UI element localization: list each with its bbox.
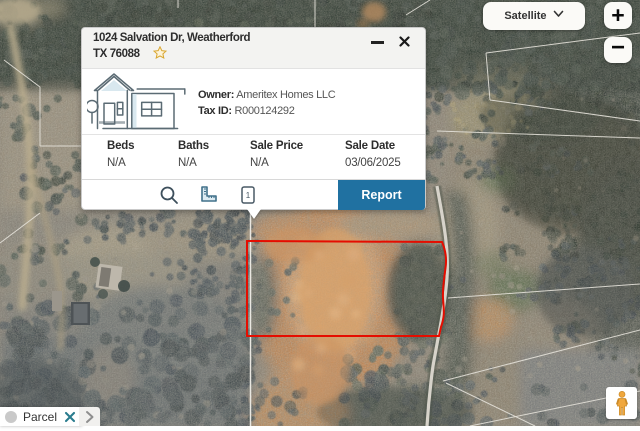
svg-text:1: 1 — [246, 191, 251, 200]
